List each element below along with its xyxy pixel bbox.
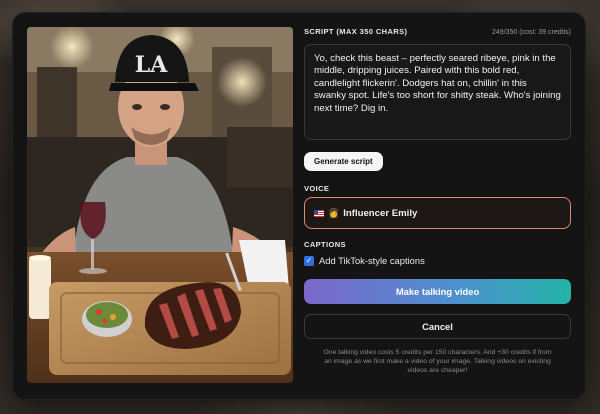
- script-header: SCRIPT (MAX 350 CHARS) 249/350 (cost: 39…: [304, 27, 571, 36]
- character-count: 249/350 (cost: 39 credits): [492, 29, 571, 36]
- source-photo: LA: [27, 27, 293, 383]
- captions-checkbox-label: Add TikTok-style captions: [319, 255, 425, 266]
- pricing-footnote: One talking video costs 5 credits per 15…: [323, 349, 552, 374]
- photo-illustration: LA: [27, 27, 293, 383]
- us-flag-icon: [314, 209, 324, 217]
- woman-icon: 👩: [328, 207, 340, 218]
- generate-script-button[interactable]: Generate script: [304, 152, 383, 171]
- script-textarea[interactable]: Yo, check this beast – perfectly seared …: [304, 44, 571, 140]
- script-label: SCRIPT (MAX 350 CHARS): [304, 27, 408, 36]
- make-talking-video-button[interactable]: Make talking video: [304, 279, 571, 304]
- svg-text:LA: LA: [135, 52, 168, 78]
- captions-checkbox-row[interactable]: ✓ Add TikTok-style captions: [304, 255, 571, 266]
- settings-panel: SCRIPT (MAX 350 CHARS) 249/350 (cost: 39…: [304, 27, 571, 375]
- captions-checkbox[interactable]: ✓: [304, 255, 314, 266]
- voice-selected-value: Influencer Emily: [343, 207, 418, 219]
- captions-label: CAPTIONS: [304, 240, 346, 249]
- cancel-button[interactable]: Cancel: [304, 314, 571, 339]
- make-video-dialog: LA SCRIPT (MAX 350 CHARS) 249/350 (cost:…: [13, 13, 585, 399]
- voice-selector[interactable]: 👩 Influencer Emily: [304, 197, 571, 229]
- voice-label: VOICE: [304, 184, 330, 193]
